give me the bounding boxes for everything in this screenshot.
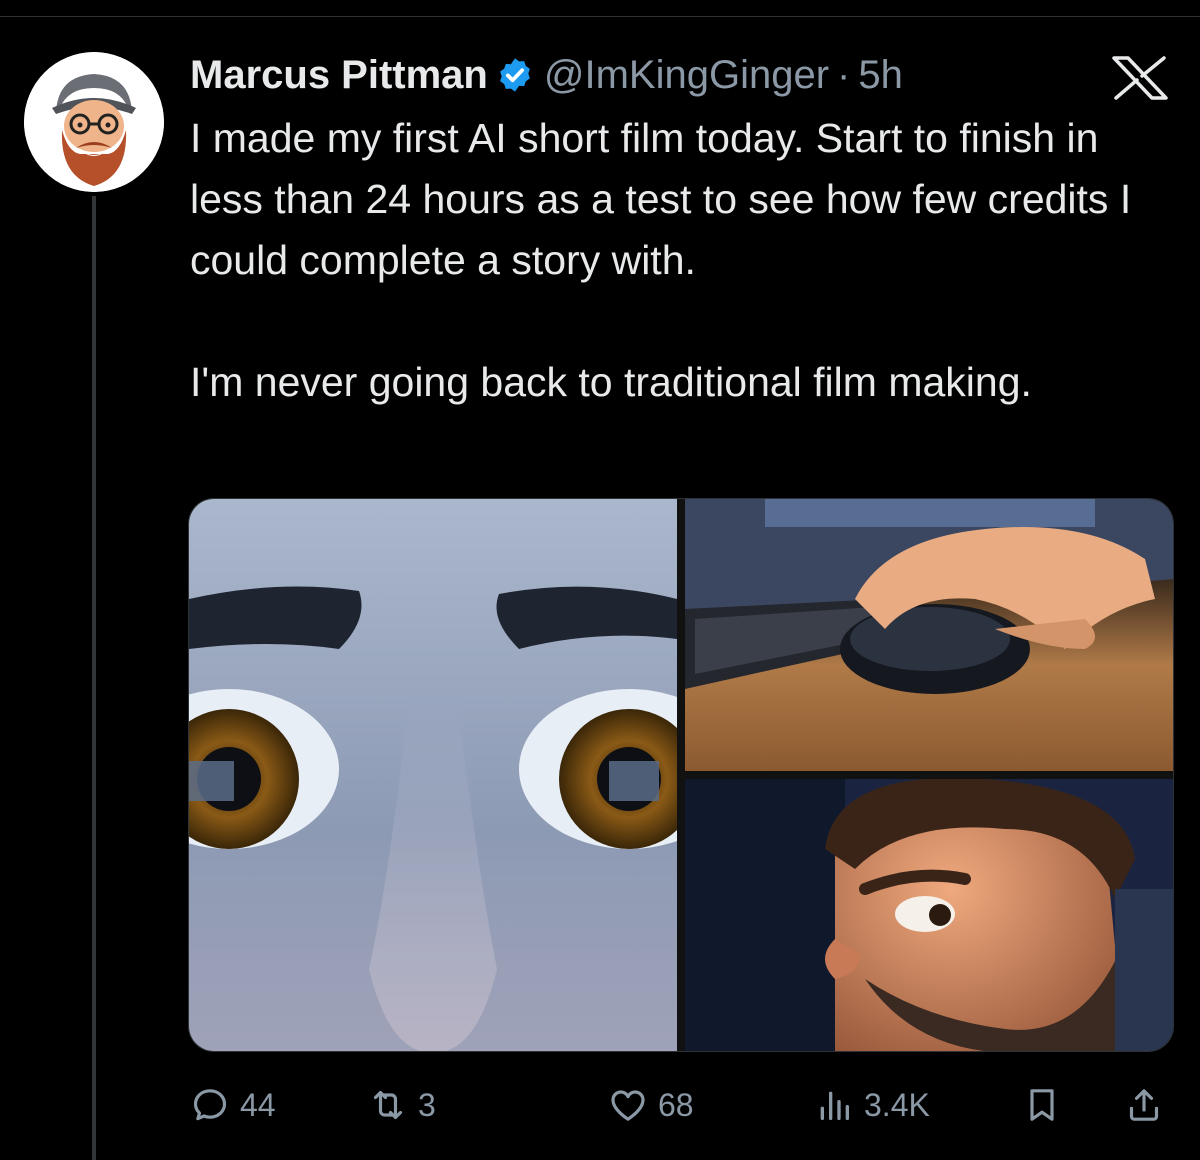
like-count: 68	[658, 1086, 694, 1123]
author-name[interactable]: Marcus Pittman	[190, 53, 488, 98]
man-side-glance-image[interactable]	[685, 779, 1173, 1051]
reply-count: 44	[240, 1086, 276, 1123]
thread-line	[92, 196, 96, 1160]
top-divider	[0, 16, 1200, 17]
avatar[interactable]	[24, 52, 164, 192]
reply-icon	[193, 1089, 227, 1121]
bookmark-button[interactable]	[1022, 1080, 1062, 1130]
share-button[interactable]	[1124, 1080, 1164, 1130]
bookmark-icon	[1030, 1089, 1054, 1121]
x-logo-icon[interactable]	[1110, 56, 1170, 100]
heart-icon	[611, 1090, 645, 1121]
like-button[interactable]: 68	[608, 1080, 694, 1130]
bearded-man-avatar-icon	[24, 52, 164, 192]
tweet-text: I made my first AI short film today. Sta…	[190, 108, 1180, 413]
verified-badge-icon	[499, 58, 530, 92]
repost-icon	[373, 1090, 403, 1120]
views-button[interactable]: 3.4K	[814, 1080, 930, 1130]
share-icon	[1129, 1089, 1159, 1121]
tweet-header: Marcus Pittman @ImKingGinger · 5h	[190, 50, 903, 100]
post-time[interactable]: 5h	[858, 53, 903, 98]
repost-button[interactable]: 3	[368, 1080, 436, 1130]
tweet-paragraph: I'm never going back to traditional film…	[190, 359, 1032, 405]
reply-button[interactable]: 44	[190, 1080, 276, 1130]
tweet-paragraph: I made my first AI short film today. Sta…	[190, 115, 1132, 283]
separator-dot: ·	[837, 52, 851, 97]
author-handle[interactable]: @ImKingGinger	[544, 53, 829, 98]
repost-count: 3	[418, 1086, 436, 1123]
media-grid	[188, 498, 1174, 1052]
action-bar: 44 3 68 3.4K	[190, 1080, 1180, 1130]
views-icon	[820, 1091, 849, 1120]
hand-on-mouse-image[interactable]	[685, 499, 1173, 771]
view-count: 3.4K	[864, 1086, 930, 1123]
close-up-eyes-image[interactable]	[189, 499, 677, 1051]
